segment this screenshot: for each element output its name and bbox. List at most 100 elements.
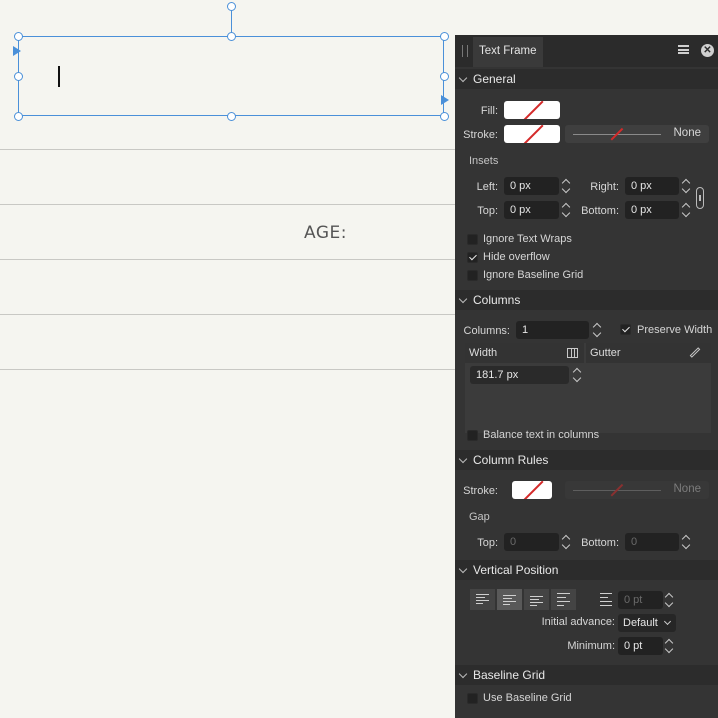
rule-stroke-swatch[interactable] — [512, 481, 552, 499]
section-general-header[interactable]: General — [455, 69, 718, 89]
vertical-align-button-group — [470, 589, 576, 610]
minimum-field[interactable]: 0 pt — [618, 637, 663, 655]
preserve-width-label: Preserve Width — [637, 324, 713, 336]
text-flow-in-arrow[interactable] — [13, 46, 21, 56]
resize-handle-right[interactable] — [440, 72, 449, 81]
inset-bottom-stepper[interactable] — [682, 201, 691, 219]
panel-close-icon[interactable]: ✕ — [701, 44, 714, 57]
text-frame-selection[interactable] — [18, 36, 444, 116]
panel-menu-icon[interactable] — [678, 45, 689, 54]
form-rule-line — [0, 314, 455, 315]
columns-count-label: Columns: — [463, 325, 510, 337]
section-title: Vertical Position — [473, 563, 559, 577]
inset-right-field[interactable]: 0 px — [625, 177, 679, 195]
column-width-stepper[interactable] — [573, 366, 582, 384]
inset-left-stepper[interactable] — [562, 177, 571, 195]
hide-overflow-label: Hide overflow — [483, 251, 550, 263]
chevron-down-icon — [458, 669, 468, 679]
stroke-label: Stroke: — [463, 129, 498, 141]
ignore-text-wraps-checkbox[interactable] — [467, 234, 478, 245]
columns-count-field[interactable]: 1 — [516, 321, 589, 339]
column-width-icon[interactable] — [567, 348, 578, 358]
fill-label: Fill: — [480, 105, 498, 117]
inset-left-field[interactable]: 0 px — [504, 177, 559, 195]
balance-text-checkbox[interactable] — [467, 430, 478, 441]
section-columns-header[interactable]: Columns — [455, 290, 718, 310]
inset-top-label: Top: — [477, 205, 498, 217]
gap-bottom-stepper[interactable] — [682, 533, 691, 551]
resize-handle-bottom[interactable] — [227, 112, 236, 121]
resize-handle-top-right[interactable] — [440, 32, 449, 41]
insets-label: Insets — [469, 155, 499, 167]
text-caret — [58, 66, 60, 87]
gap-bottom-label: Bottom: — [581, 537, 619, 549]
stroke-swatch[interactable] — [504, 125, 560, 143]
align-justify-button[interactable] — [551, 589, 576, 610]
document-canvas[interactable]: AGE: — [0, 0, 455, 718]
form-rule-line — [0, 149, 455, 150]
text-frame-panel: Text Frame ✕ General Fill: Stroke: None … — [455, 35, 718, 718]
rotation-handle[interactable] — [227, 2, 236, 11]
section-column-rules-header[interactable]: Column Rules — [455, 450, 718, 470]
align-center-button[interactable] — [497, 589, 522, 610]
form-rule-line — [0, 259, 455, 260]
columns-count-stepper[interactable] — [593, 321, 602, 339]
ignore-baseline-grid-label: Ignore Baseline Grid — [483, 269, 584, 281]
use-baseline-grid-checkbox[interactable] — [467, 693, 478, 704]
column-width-header: Width — [465, 343, 584, 363]
resize-handle-bottom-left[interactable] — [14, 112, 23, 121]
initial-advance-dropdown[interactable]: Default — [618, 614, 676, 632]
paragraph-spacing-stepper[interactable] — [665, 591, 674, 609]
inset-right-stepper[interactable] — [682, 177, 691, 195]
minimum-stepper[interactable] — [665, 637, 674, 655]
section-vertical-position-header[interactable]: Vertical Position — [455, 560, 718, 580]
fill-swatch[interactable] — [504, 101, 560, 119]
section-title: General — [473, 72, 516, 86]
ignore-baseline-grid-checkbox[interactable] — [467, 270, 478, 281]
inset-top-field[interactable]: 0 px — [504, 201, 559, 219]
inset-bottom-label: Bottom: — [581, 205, 619, 217]
initial-advance-label: Initial advance: — [541, 616, 615, 628]
column-width-field[interactable]: 181.7 px — [470, 366, 569, 384]
gap-top-field[interactable]: 0 — [504, 533, 559, 551]
text-flow-out-arrow[interactable] — [441, 95, 449, 105]
use-baseline-grid-label: Use Baseline Grid — [483, 692, 572, 704]
paragraph-spacing-field[interactable]: 0 pt — [618, 591, 663, 609]
column-width-header-label: Width — [469, 347, 498, 359]
ignore-text-wraps-label: Ignore Text Wraps — [483, 233, 572, 245]
rule-stroke-style-picker[interactable]: None — [565, 481, 709, 499]
chevron-down-icon — [458, 454, 468, 464]
panel-tab-bar: Text Frame ✕ — [455, 35, 718, 67]
gap-label: Gap — [469, 511, 490, 523]
stroke-style-picker[interactable]: None — [565, 125, 709, 143]
minimum-label: Minimum: — [567, 640, 615, 652]
section-title: Columns — [473, 293, 521, 307]
chevron-down-icon — [458, 73, 468, 83]
hide-overflow-checkbox[interactable] — [467, 252, 478, 263]
link-insets-icon[interactable] — [696, 187, 704, 209]
resize-handle-top[interactable] — [227, 32, 236, 41]
resize-handle-top-left[interactable] — [14, 32, 23, 41]
panel-grip-icon[interactable] — [462, 45, 468, 57]
resize-handle-bottom-right[interactable] — [440, 112, 449, 121]
inset-top-stepper[interactable] — [562, 201, 571, 219]
inset-bottom-field[interactable]: 0 px — [625, 201, 679, 219]
gap-top-label: Top: — [477, 537, 498, 549]
inset-right-label: Right: — [590, 181, 619, 193]
form-rule-line — [0, 369, 455, 370]
section-baseline-grid-header[interactable]: Baseline Grid — [455, 665, 718, 685]
pencil-icon[interactable] — [689, 347, 701, 358]
resize-handle-left[interactable] — [14, 72, 23, 81]
gap-bottom-field[interactable]: 0 — [625, 533, 679, 551]
chevron-down-icon — [458, 564, 468, 574]
columns-table: Width Gutter 181.7 px — [465, 343, 711, 433]
rule-stroke-label: Stroke: — [463, 485, 498, 497]
preserve-width-checkbox[interactable] — [620, 324, 631, 335]
gap-top-stepper[interactable] — [562, 533, 571, 551]
align-bottom-button[interactable] — [524, 589, 549, 610]
align-top-button[interactable] — [470, 589, 495, 610]
tab-text-frame[interactable]: Text Frame — [473, 37, 543, 67]
stroke-style-value: None — [673, 127, 702, 139]
chevron-down-icon — [458, 294, 468, 304]
column-gutter-header-label: Gutter — [590, 347, 621, 359]
